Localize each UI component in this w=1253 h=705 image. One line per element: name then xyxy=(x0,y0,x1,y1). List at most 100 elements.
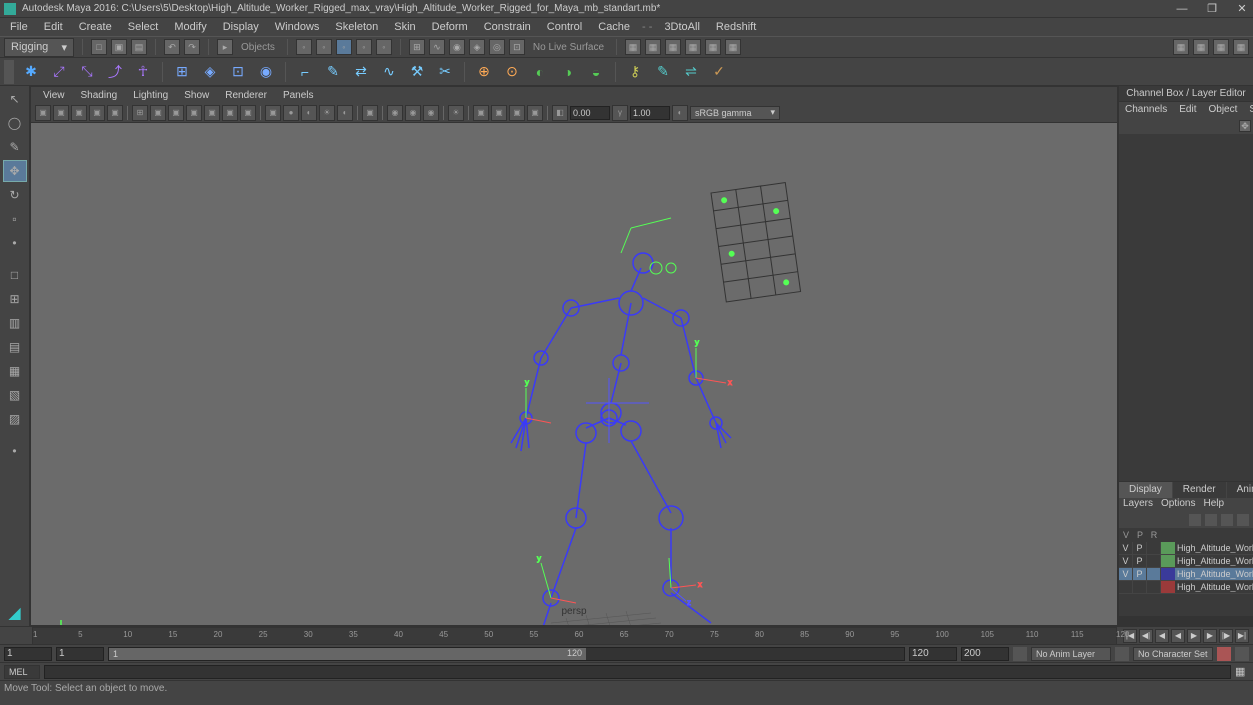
mask-curve-icon[interactable]: ◦ xyxy=(336,39,352,55)
menu-3dtoall[interactable]: 3DtoAll xyxy=(656,19,707,35)
anim-layer-icon[interactable] xyxy=(1013,647,1027,661)
vp-gamma-input[interactable] xyxy=(630,106,670,120)
layer-tab-render[interactable]: Render xyxy=(1173,482,1227,498)
mirror-weights-icon[interactable]: ⇄ xyxy=(350,61,372,83)
mask-joint-icon[interactable]: ◦ xyxy=(316,39,332,55)
maya-logo-icon[interactable]: ◢ xyxy=(3,602,27,624)
step-back-button[interactable]: ◀| xyxy=(1139,629,1153,643)
anim-layer-dropdown[interactable]: No Anim Layer xyxy=(1031,647,1111,661)
shelf-tab-handle[interactable] xyxy=(4,60,14,84)
vp-menu-show[interactable]: Show xyxy=(176,90,217,101)
char-set-dropdown[interactable]: No Character Set xyxy=(1133,647,1213,661)
single-pane-icon[interactable]: □ xyxy=(3,264,27,286)
menu-control[interactable]: Control xyxy=(539,19,590,35)
vp-bookmark-icon[interactable]: ▣ xyxy=(53,105,69,121)
blend-shape-icon[interactable]: ◉ xyxy=(255,61,277,83)
layer-move-up-icon[interactable] xyxy=(1189,514,1201,526)
channels-edit-tab[interactable]: Edit xyxy=(1173,102,1202,118)
next-key-button[interactable]: ▶ xyxy=(1203,629,1217,643)
three-pane-icon[interactable]: ▦ xyxy=(3,360,27,382)
vp-ao-icon[interactable]: ▣ xyxy=(509,105,525,121)
layer-tab-anim[interactable]: Anim xyxy=(1227,482,1253,498)
vp-near-clip-icon[interactable]: ◧ xyxy=(552,105,568,121)
vp-select-camera-icon[interactable]: ▣ xyxy=(35,105,51,121)
workspace-dropdown[interactable]: Rigging ▾ xyxy=(4,38,74,57)
select-tool-icon[interactable]: ↖ xyxy=(3,88,27,110)
menu-select[interactable]: Select xyxy=(120,19,167,35)
layer-new-empty-icon[interactable] xyxy=(1221,514,1233,526)
point-constraint-icon[interactable]: ⊙ xyxy=(501,61,523,83)
move-tool-icon[interactable]: ✥ xyxy=(3,160,27,182)
menu-skin[interactable]: Skin xyxy=(386,19,423,35)
wrap-icon[interactable]: ⊡ xyxy=(227,61,249,83)
menu-windows[interactable]: Windows xyxy=(267,19,328,35)
vp-wireframe-icon[interactable]: ▣ xyxy=(265,105,281,121)
layer-tab-display[interactable]: Display xyxy=(1119,482,1173,498)
menu-cache[interactable]: Cache xyxy=(590,19,638,35)
persp-layout-icon[interactable]: ▨ xyxy=(3,408,27,430)
vp-motion-blur-icon[interactable]: ▣ xyxy=(491,105,507,121)
node-editor-icon[interactable]: ✓ xyxy=(708,61,730,83)
vp-lights-icon[interactable]: ☀ xyxy=(319,105,335,121)
snap-curve-icon[interactable]: ∿ xyxy=(429,39,445,55)
menu-skeleton[interactable]: Skeleton xyxy=(327,19,386,35)
menu-file[interactable]: File xyxy=(2,19,36,35)
channel-box-toggle-icon[interactable]: ▦ xyxy=(1233,39,1249,55)
vp-textured-icon[interactable]: ◐ xyxy=(301,105,317,121)
vp-near-clip-input[interactable] xyxy=(570,106,610,120)
manipulator-icon[interactable]: ✥ xyxy=(1239,120,1251,132)
undo-icon[interactable]: ↶ xyxy=(164,39,180,55)
maximize-button[interactable]: ❐ xyxy=(1205,2,1219,16)
vp-colorspace-dropdown[interactable]: sRGB gamma ▾ xyxy=(690,106,780,120)
two-pane-h-icon[interactable]: ▤ xyxy=(3,336,27,358)
layer-menu-options[interactable]: Options xyxy=(1161,498,1195,512)
human-ik-icon[interactable]: ☥ xyxy=(132,61,154,83)
layer-row[interactable]: VPHigh_Altitude_Worker xyxy=(1119,555,1253,568)
menu-modify[interactable]: Modify xyxy=(166,19,214,35)
range-end-outer-input[interactable] xyxy=(961,647,1009,661)
ik-spline-icon[interactable]: ⤡ xyxy=(76,61,98,83)
layer-new-selected-icon[interactable] xyxy=(1237,514,1249,526)
layer-row[interactable]: High_Altitude_Worker xyxy=(1119,581,1253,594)
snap-view-icon[interactable]: ⊡ xyxy=(509,39,525,55)
prune-weights-icon[interactable]: ✂ xyxy=(434,61,456,83)
menu-deform[interactable]: Deform xyxy=(424,19,476,35)
vp-xray-icon[interactable]: ◉ xyxy=(387,105,403,121)
scale-tool-icon[interactable]: ▫ xyxy=(3,208,27,230)
menu-redshift[interactable]: Redshift xyxy=(708,19,764,35)
vp-menu-lighting[interactable]: Lighting xyxy=(125,90,176,101)
paint-weights-icon[interactable]: ✎ xyxy=(322,61,344,83)
new-scene-icon[interactable]: □ xyxy=(91,39,107,55)
command-input[interactable] xyxy=(44,665,1231,679)
layer-row[interactable]: VPHigh_Altitude_Worker xyxy=(1119,542,1253,555)
mask-surface-icon[interactable]: ◦ xyxy=(356,39,372,55)
vp-grease-icon[interactable]: ▣ xyxy=(107,105,123,121)
render-settings-icon[interactable]: ▦ xyxy=(685,39,701,55)
script-editor-icon[interactable]: ▦ xyxy=(1235,665,1249,679)
menu-create[interactable]: Create xyxy=(71,19,120,35)
channels-show-tab[interactable]: Show xyxy=(1243,102,1253,118)
vp-isolate-icon[interactable]: ▣ xyxy=(362,105,378,121)
prev-key-button[interactable]: ◀ xyxy=(1155,629,1169,643)
play-fwd-button[interactable]: ▶ xyxy=(1187,629,1201,643)
close-button[interactable]: ✕ xyxy=(1235,2,1249,16)
vp-safe-action-icon[interactable]: ▣ xyxy=(222,105,238,121)
menu-display[interactable]: Display xyxy=(215,19,267,35)
open-scene-icon[interactable]: ▣ xyxy=(111,39,127,55)
layer-scrollbar[interactable] xyxy=(1119,616,1253,626)
time-slider[interactable]: 1510152025303540455055606570758085909510… xyxy=(32,627,1117,645)
vp-field-chart-icon[interactable]: ▣ xyxy=(204,105,220,121)
scale-constraint-icon[interactable]: ◑ xyxy=(557,61,579,83)
vp-depth-icon[interactable]: ▣ xyxy=(473,105,489,121)
range-start-inner-input[interactable] xyxy=(56,647,104,661)
cluster-icon[interactable]: ◈ xyxy=(199,61,221,83)
range-start-outer-input[interactable] xyxy=(4,647,52,661)
vp-xray-joints-icon[interactable]: ◉ xyxy=(405,105,421,121)
parent-constraint-icon[interactable]: ⊕ xyxy=(473,61,495,83)
hammer-weights-icon[interactable]: ⚒ xyxy=(406,61,428,83)
go-end-button[interactable]: ▶| xyxy=(1235,629,1249,643)
ik-handle-icon[interactable]: ⤢ xyxy=(48,61,70,83)
vp-color-mgmt-icon[interactable]: ◐ xyxy=(672,105,688,121)
minimize-button[interactable]: — xyxy=(1175,2,1189,16)
snap-live-icon[interactable]: ◎ xyxy=(489,39,505,55)
